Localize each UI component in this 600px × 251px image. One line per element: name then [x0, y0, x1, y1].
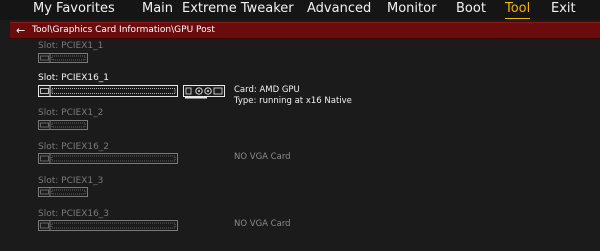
breadcrumb-path: Tool\Graphics Card Information\GPU Post — [32, 25, 215, 35]
slot-label: Slot: PCIEX1_1 — [38, 41, 104, 51]
slot-label: Slot: PCIEX16_2 — [38, 142, 110, 152]
menu-advanced[interactable]: Advanced — [307, 1, 371, 17]
menu-exit[interactable]: Exit — [551, 1, 576, 17]
menu-monitor[interactable]: Monitor — [387, 1, 436, 17]
slot-label: Slot: PCIEX16_3 — [38, 209, 110, 219]
top-menu-bar: My Favorites Main Extreme Tweaker Advanc… — [0, 0, 600, 20]
no-vga-status: NO VGA Card — [234, 152, 291, 162]
menu-main[interactable]: Main — [142, 1, 173, 17]
pcie-x16-slot-icon — [38, 85, 178, 97]
slot-label: Slot: PCIEX1_3 — [38, 176, 104, 186]
graphics-card-icon — [183, 85, 225, 99]
card-type: Type: running at x16 Native — [234, 96, 352, 106]
slot-label: Slot: PCIEX16_1 — [38, 73, 110, 83]
card-name: Card: AMD GPU — [234, 85, 300, 95]
menu-extreme-tweaker[interactable]: Extreme Tweaker — [182, 1, 294, 17]
menu-tool[interactable]: Tool — [505, 1, 531, 19]
slot-label: Slot: PCIEX1_2 — [38, 108, 104, 118]
pcie-x1-slot-icon — [38, 53, 88, 63]
arrow-left-icon[interactable]: ← — [16, 23, 25, 38]
menu-boot[interactable]: Boot — [456, 1, 486, 17]
menu-my-favorites[interactable]: My Favorites — [33, 1, 115, 17]
no-vga-status: NO VGA Card — [234, 219, 291, 229]
pcie-x16-slot-icon — [38, 153, 178, 164]
pcie-x1-slot-icon — [38, 120, 88, 130]
pcie-x16-slot-icon — [38, 220, 178, 231]
pcie-x1-slot-icon — [38, 187, 88, 197]
breadcrumb: ← Tool\Graphics Card Information\GPU Pos… — [10, 22, 600, 39]
